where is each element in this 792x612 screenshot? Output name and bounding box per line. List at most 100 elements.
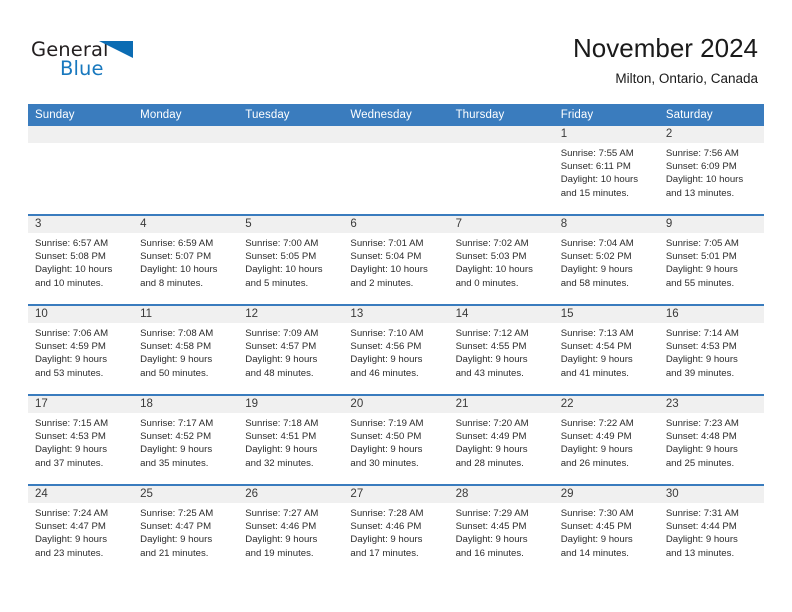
- daylight-line-2: and 17 minutes.: [350, 547, 419, 559]
- day-number: 10: [28, 306, 134, 323]
- day-cell[interactable]: 6 Sunrise: 7:01 AM Sunset: 5:04 PM Dayli…: [343, 214, 449, 305]
- day-cell[interactable]: 7 Sunrise: 7:02 AM Sunset: 5:03 PM Dayli…: [448, 214, 554, 305]
- sunrise-text: Sunrise: 7:04 AM: [560, 238, 634, 249]
- day-cell[interactable]: [238, 126, 344, 215]
- day-cell[interactable]: 10 Sunrise: 7:06 AM Sunset: 4:59 PM Dayl…: [28, 304, 134, 395]
- day-cell[interactable]: 29 Sunrise: 7:30 AM Sunset: 4:45 PM Dayl…: [553, 484, 659, 574]
- sunrise-text: Sunrise: 7:27 AM: [245, 508, 319, 519]
- sunrise-text: Sunrise: 7:55 AM: [560, 148, 634, 159]
- day-details: Sunrise: 7:29 AM Sunset: 4:45 PM Dayligh…: [449, 503, 554, 560]
- daylight-line-2: and 0 minutes.: [455, 277, 519, 289]
- day-cell[interactable]: 28 Sunrise: 7:29 AM Sunset: 4:45 PM Dayl…: [448, 484, 554, 574]
- sunset-text: Sunset: 5:02 PM: [560, 251, 632, 263]
- daylight-line-2: and 53 minutes.: [35, 367, 104, 379]
- sunset-text: Sunset: 4:55 PM: [455, 341, 527, 353]
- sunset-text: Sunset: 4:45 PM: [455, 521, 527, 533]
- day-details: Sunrise: 6:57 AM Sunset: 5:08 PM Dayligh…: [28, 233, 133, 290]
- day-cell[interactable]: 27 Sunrise: 7:28 AM Sunset: 4:46 PM Dayl…: [343, 484, 449, 574]
- day-cell[interactable]: 24 Sunrise: 7:24 AM Sunset: 4:47 PM Dayl…: [28, 484, 134, 574]
- daylight-line-1: Daylight: 10 hours: [455, 264, 533, 276]
- day-number: 1: [553, 126, 659, 143]
- day-number: 27: [343, 486, 449, 503]
- day-details: Sunrise: 7:01 AM Sunset: 5:04 PM Dayligh…: [343, 233, 448, 290]
- day-cell[interactable]: [448, 126, 554, 215]
- day-cell[interactable]: 9 Sunrise: 7:05 AM Sunset: 5:01 PM Dayli…: [658, 214, 764, 305]
- day-cell[interactable]: 14 Sunrise: 7:12 AM Sunset: 4:55 PM Dayl…: [448, 304, 554, 395]
- day-cell[interactable]: 30 Sunrise: 7:31 AM Sunset: 4:44 PM Dayl…: [658, 484, 764, 574]
- daylight-line-2: and 39 minutes.: [665, 367, 735, 379]
- daylight-line-2: and 48 minutes.: [245, 367, 314, 379]
- day-details: [449, 143, 554, 147]
- day-details: Sunrise: 7:22 AM Sunset: 4:49 PM Dayligh…: [554, 413, 659, 470]
- daylight-line-2: and 13 minutes.: [665, 547, 735, 559]
- day-number: 13: [343, 306, 449, 323]
- daylight-line-1: Daylight: 9 hours: [560, 354, 633, 366]
- day-cell[interactable]: [343, 126, 449, 215]
- daylight-line-2: and 16 minutes.: [455, 547, 524, 559]
- day-number: 18: [133, 396, 239, 413]
- day-cell[interactable]: 21 Sunrise: 7:20 AM Sunset: 4:49 PM Dayl…: [448, 394, 554, 485]
- day-cell[interactable]: 18 Sunrise: 7:17 AM Sunset: 4:52 PM Dayl…: [133, 394, 239, 485]
- day-details: Sunrise: 7:23 AM Sunset: 4:48 PM Dayligh…: [659, 413, 764, 470]
- day-cell[interactable]: 13 Sunrise: 7:10 AM Sunset: 4:56 PM Dayl…: [343, 304, 449, 395]
- day-cell[interactable]: 2 Sunrise: 7:56 AM Sunset: 6:09 PM Dayli…: [658, 126, 764, 215]
- title-block: November 2024 Milton, Ontario, Canada: [573, 32, 758, 87]
- sunrise-text: Sunrise: 7:08 AM: [140, 328, 214, 339]
- day-details: Sunrise: 7:14 AM Sunset: 4:53 PM Dayligh…: [659, 323, 764, 380]
- page-header: General Blue November 2024 Milton, Ontar…: [0, 0, 792, 100]
- day-cell[interactable]: 23 Sunrise: 7:23 AM Sunset: 4:48 PM Dayl…: [658, 394, 764, 485]
- day-cell[interactable]: 1 Sunrise: 7:55 AM Sunset: 6:11 PM Dayli…: [553, 126, 659, 215]
- day-cell[interactable]: 8 Sunrise: 7:04 AM Sunset: 5:02 PM Dayli…: [553, 214, 659, 305]
- daylight-line-1: Daylight: 10 hours: [140, 264, 218, 276]
- day-details: Sunrise: 7:56 AM Sunset: 6:09 PM Dayligh…: [659, 143, 764, 200]
- day-cell[interactable]: 4 Sunrise: 6:59 AM Sunset: 5:07 PM Dayli…: [133, 214, 239, 305]
- sunrise-text: Sunrise: 7:00 AM: [245, 238, 319, 249]
- daylight-line-2: and 14 minutes.: [560, 547, 629, 559]
- day-cell[interactable]: 15 Sunrise: 7:13 AM Sunset: 4:54 PM Dayl…: [553, 304, 659, 395]
- sunset-text: Sunset: 5:08 PM: [35, 251, 106, 263]
- day-details: Sunrise: 7:31 AM Sunset: 4:44 PM Dayligh…: [659, 503, 764, 560]
- day-cell[interactable]: 19 Sunrise: 7:18 AM Sunset: 4:51 PM Dayl…: [238, 394, 344, 485]
- day-number: [28, 126, 134, 143]
- day-cell[interactable]: 16 Sunrise: 7:14 AM Sunset: 4:53 PM Dayl…: [658, 304, 764, 395]
- sunset-text: Sunset: 5:07 PM: [140, 251, 212, 263]
- day-number: 7: [448, 216, 554, 233]
- day-cell[interactable]: 17 Sunrise: 7:15 AM Sunset: 4:53 PM Dayl…: [28, 394, 134, 485]
- day-details: Sunrise: 7:00 AM Sunset: 5:05 PM Dayligh…: [238, 233, 343, 290]
- day-details: Sunrise: 7:09 AM Sunset: 4:57 PM Dayligh…: [238, 323, 343, 380]
- day-cell[interactable]: 25 Sunrise: 7:25 AM Sunset: 4:47 PM Dayl…: [133, 484, 239, 574]
- day-cell[interactable]: 11 Sunrise: 7:08 AM Sunset: 4:58 PM Dayl…: [133, 304, 239, 395]
- daylight-line-1: Daylight: 9 hours: [665, 264, 738, 276]
- daylight-line-2: and 15 minutes.: [560, 187, 629, 199]
- day-cell[interactable]: 5 Sunrise: 7:00 AM Sunset: 5:05 PM Dayli…: [238, 214, 344, 305]
- daylight-line-1: Daylight: 9 hours: [455, 444, 528, 456]
- sunrise-text: Sunrise: 7:09 AM: [245, 328, 319, 339]
- day-cell[interactable]: 22 Sunrise: 7:22 AM Sunset: 4:49 PM Dayl…: [553, 394, 659, 485]
- sunrise-text: Sunrise: 7:17 AM: [140, 418, 214, 429]
- day-cell[interactable]: 12 Sunrise: 7:09 AM Sunset: 4:57 PM Dayl…: [238, 304, 344, 395]
- calendar-grid: Sunday Monday Tuesday Wednesday Thursday…: [28, 104, 764, 574]
- day-cell[interactable]: 3 Sunrise: 6:57 AM Sunset: 5:08 PM Dayli…: [28, 214, 134, 305]
- week-row: 24 Sunrise: 7:24 AM Sunset: 4:47 PM Dayl…: [28, 484, 764, 574]
- day-number: 11: [133, 306, 239, 323]
- daylight-line-1: Daylight: 9 hours: [665, 354, 738, 366]
- day-number: 25: [133, 486, 239, 503]
- general-blue-logo[interactable]: General Blue: [31, 38, 211, 86]
- sunset-text: Sunset: 4:57 PM: [245, 341, 317, 353]
- sunrise-text: Sunrise: 7:18 AM: [245, 418, 319, 429]
- sunset-text: Sunset: 6:09 PM: [665, 161, 737, 173]
- day-cell[interactable]: 20 Sunrise: 7:19 AM Sunset: 4:50 PM Dayl…: [343, 394, 449, 485]
- day-details: Sunrise: 7:13 AM Sunset: 4:54 PM Dayligh…: [554, 323, 659, 380]
- sunset-text: Sunset: 4:53 PM: [665, 341, 737, 353]
- day-cell[interactable]: [133, 126, 239, 215]
- day-cell[interactable]: [28, 126, 134, 215]
- day-cell[interactable]: 26 Sunrise: 7:27 AM Sunset: 4:46 PM Dayl…: [238, 484, 344, 574]
- daylight-line-2: and 37 minutes.: [35, 457, 104, 469]
- sunrise-text: Sunrise: 7:24 AM: [35, 508, 109, 519]
- day-details: Sunrise: 7:18 AM Sunset: 4:51 PM Dayligh…: [238, 413, 343, 470]
- daylight-line-2: and 13 minutes.: [665, 187, 735, 199]
- sunrise-text: Sunrise: 7:31 AM: [665, 508, 739, 519]
- daylight-line-2: and 30 minutes.: [350, 457, 419, 469]
- sunrise-text: Sunrise: 7:01 AM: [350, 238, 424, 249]
- day-number: 30: [658, 486, 764, 503]
